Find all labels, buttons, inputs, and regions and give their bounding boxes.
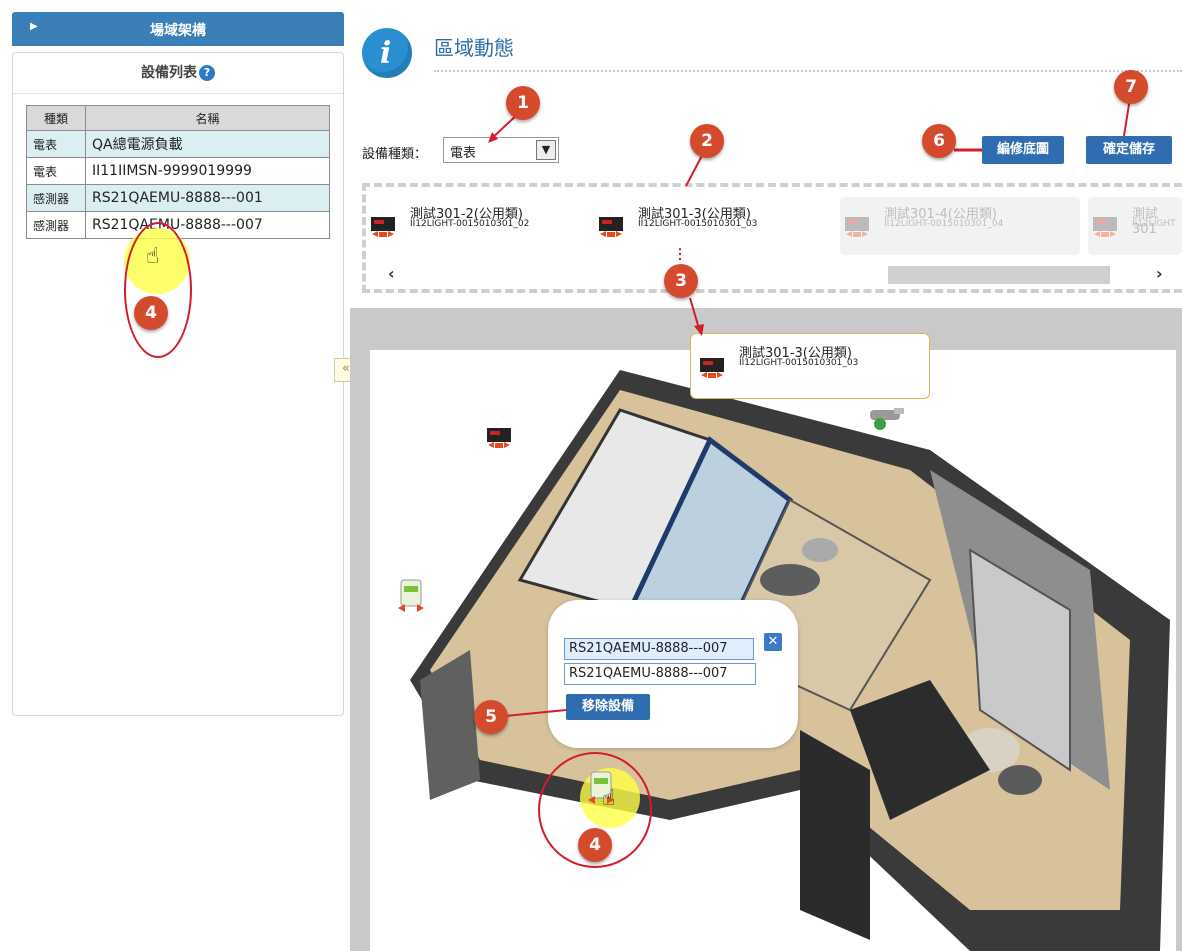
column-header-name: 名稱	[85, 105, 330, 131]
title-divider	[434, 70, 1182, 72]
table-row[interactable]: 電表 II11IIMSN-9999019999	[26, 157, 330, 185]
callout-badge: 6	[922, 124, 956, 158]
device-type-select[interactable]: 電表 ▼	[443, 137, 559, 163]
callout-badge: 4	[578, 828, 612, 862]
save-button[interactable]: 確定儲存	[1086, 136, 1172, 164]
table-row[interactable]: 感測器 RS21QAEMU-8888---001	[26, 184, 330, 212]
popup-option-label: RS21QAEMU-8888---007	[569, 641, 728, 656]
device-table: 種類 名稱 電表 QA總電源負載 電表 II11IIMSN-9999019999…	[26, 105, 330, 239]
row-type: 感測器	[26, 211, 86, 239]
popup-option[interactable]: RS21QAEMU-8888---007	[564, 663, 756, 685]
device-card-id: II12LIGHT	[1132, 219, 1176, 229]
placed-device-id: II12LIGHT-0015010301_03	[739, 358, 859, 368]
popup-option[interactable]: RS21QAEMU-8888---007	[564, 638, 754, 660]
table-row[interactable]: 電表 QA總電源負載	[26, 130, 330, 158]
edit-floor-plan-button[interactable]: 編修底圖	[982, 136, 1064, 164]
chevron-down-icon[interactable]: ▼	[536, 140, 556, 160]
meter-icon	[599, 217, 623, 237]
page-title: 區域動態	[434, 36, 514, 60]
device-card-id: II12LIGHT-0015010301_02	[410, 219, 530, 229]
row-name: QA總電源負載	[85, 130, 330, 158]
site-structure-header[interactable]: ▶ 場域架構	[12, 12, 344, 46]
callout-badge: 5	[474, 700, 508, 734]
help-icon[interactable]: ?	[199, 65, 215, 81]
callout-badge: 7	[1114, 70, 1148, 104]
row-name: RS21QAEMU-8888---001	[85, 184, 330, 212]
device-card-id: II12LIGHT-0015010301_03	[638, 219, 758, 229]
callout-badge: 3	[664, 264, 698, 298]
info-icon: i	[362, 28, 412, 78]
device-card-id: II12LIGHT-0015010301_04	[884, 219, 1004, 229]
device-card[interactable]: 測試301-3(公用類) II12LIGHT-0015010301_03	[594, 197, 834, 255]
fan-sensor-icon[interactable]	[864, 406, 908, 432]
close-icon[interactable]: ✕	[764, 633, 782, 651]
meter-icon	[1093, 217, 1117, 237]
scrollbar-thumb[interactable]	[888, 266, 1110, 284]
meter-icon[interactable]	[486, 426, 512, 452]
device-card[interactable]: 測試301-2(公用類) II12LIGHT-0015010301_02	[366, 197, 606, 255]
device-list-panel: 設備列表? 種類 名稱 電表 QA總電源負載 電表 II11IIMSN-9999…	[12, 52, 344, 716]
meter-icon	[371, 217, 395, 237]
device-card[interactable]: 測試301-4(公用類) II12LIGHT-0015010301_04	[840, 197, 1080, 255]
callout-badge: 2	[690, 124, 724, 158]
row-name: RS21QAEMU-8888---007	[85, 211, 330, 239]
table-header-row: 種類 名稱	[26, 105, 330, 131]
row-type: 電表	[26, 130, 86, 158]
site-structure-title: 場域架構	[150, 23, 206, 39]
row-type: 電表	[26, 157, 86, 185]
placed-device-card[interactable]: 測試301-3(公用類) II12LIGHT-0015010301_03	[690, 333, 930, 399]
callout-ring	[124, 222, 192, 358]
remove-device-button[interactable]: 移除設備	[566, 694, 650, 720]
device-list-title: 設備列表?	[13, 53, 343, 94]
scroll-left-arrow[interactable]: ‹	[388, 264, 395, 283]
device-type-label: 設備種類：	[362, 147, 428, 162]
row-name: II11IIMSN-9999019999	[85, 157, 330, 185]
device-list-label: 設備列表	[141, 65, 197, 81]
column-header-type: 種類	[26, 105, 86, 131]
callout-badge: 4	[134, 296, 168, 330]
row-type: 感測器	[26, 184, 86, 212]
sensor-icon[interactable]	[396, 578, 426, 616]
meter-icon	[700, 358, 724, 378]
popup-option-label: RS21QAEMU-8888---007	[569, 666, 728, 681]
callout-badge: 1	[506, 86, 540, 120]
meter-icon	[845, 217, 869, 237]
device-card[interactable]: 測試301 II12LIGHT	[1088, 197, 1182, 255]
scroll-right-arrow[interactable]: ›	[1156, 264, 1163, 283]
device-type-value: 電表	[450, 146, 477, 161]
